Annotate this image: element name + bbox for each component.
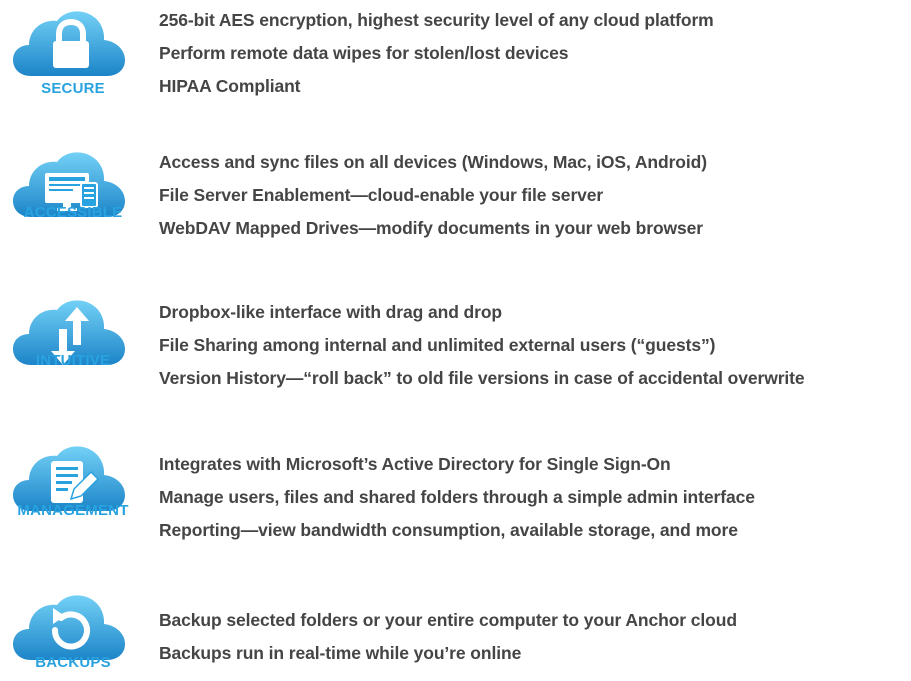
feature-line: Version History—“roll back” to old file …: [159, 368, 805, 388]
feature-line: Backups run in real-time while you’re on…: [159, 643, 522, 663]
feature-line: Backup selected folders or your entire c…: [159, 610, 737, 630]
feature-line: WebDAV Mapped Drives—modify documents in…: [159, 218, 704, 238]
feature-line: Integrates with Microsoft’s Active Direc…: [159, 454, 671, 474]
feature-label: SECURE: [41, 80, 105, 97]
feature-line: HIPAA Compliant: [159, 76, 301, 96]
feature-label: INTUITIVE: [35, 352, 111, 369]
feature-lines: 256-bit AES encryption, highest security…: [159, 4, 714, 103]
feature-lines: Access and sync files on all devices (Wi…: [159, 146, 707, 245]
feature-label: BACKUPS: [35, 654, 111, 671]
feature-label: ACCESSIBLE: [23, 204, 123, 221]
feature-lines: Backup selected folders or your entire c…: [159, 604, 737, 670]
feature-lines: Dropbox-like interface with drag and dro…: [159, 296, 805, 395]
feature-line: File Server Enablement—cloud-enable your…: [159, 185, 604, 205]
feature-line: Access and sync files on all devices (Wi…: [159, 152, 707, 172]
feature-lines: Integrates with Microsoft’s Active Direc…: [159, 448, 755, 547]
feature-line: Reporting—view bandwidth consumption, av…: [159, 520, 738, 540]
feature-line: Dropbox-like interface with drag and dro…: [159, 302, 503, 322]
feature-label: MANAGEMENT: [17, 502, 129, 519]
feature-line: File Sharing among internal and unlimite…: [159, 335, 716, 355]
feature-line: 256-bit AES encryption, highest security…: [159, 10, 714, 30]
feature-line: Perform remote data wipes for stolen/los…: [159, 43, 569, 63]
padlock-icon: [13, 11, 125, 76]
feature-line: Manage users, files and shared folders t…: [159, 487, 755, 507]
